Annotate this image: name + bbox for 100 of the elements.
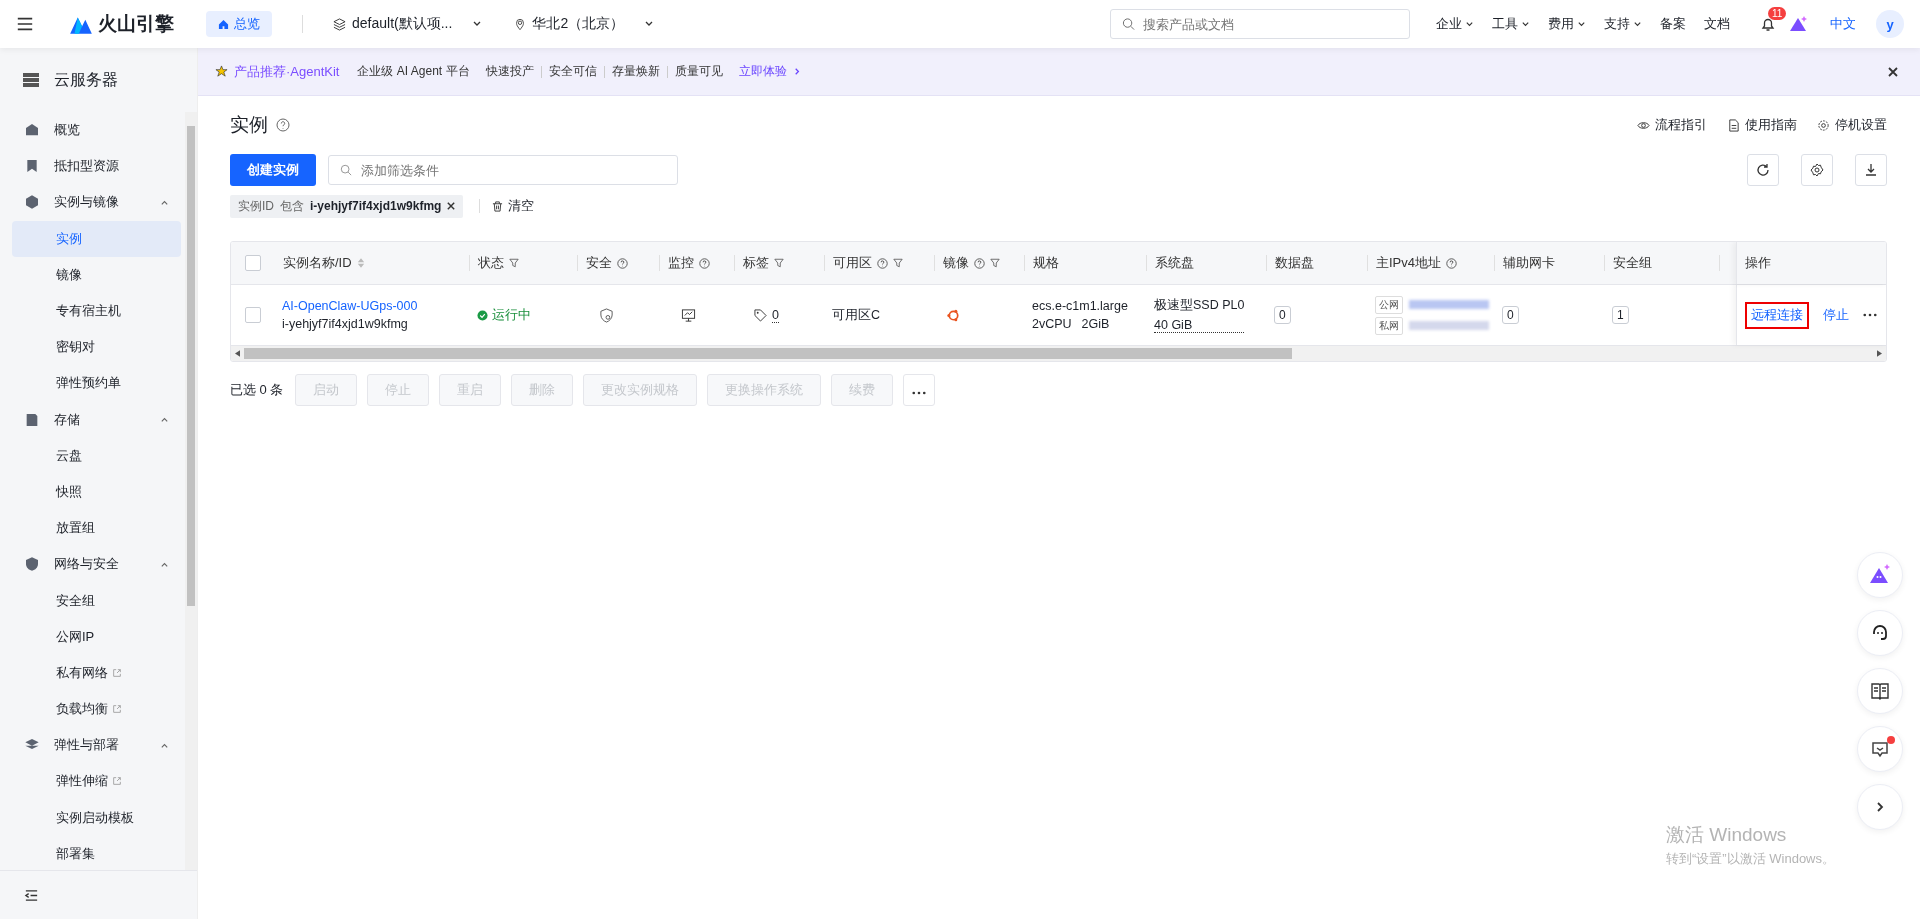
help-icon[interactable]: [276, 118, 290, 132]
help-icon[interactable]: [699, 257, 710, 269]
filter-icon[interactable]: [990, 258, 1000, 268]
checkbox[interactable]: [244, 307, 261, 323]
banner-link[interactable]: 立即体验: [738, 63, 802, 80]
filter-icon[interactable]: [774, 258, 784, 268]
checkbox[interactable]: [244, 255, 261, 271]
close-icon[interactable]: [447, 202, 456, 210]
layers-icon: [333, 17, 346, 31]
clear-button[interactable]: 清空: [492, 197, 535, 215]
home-tab[interactable]: 总览: [206, 11, 272, 37]
sidebar-group[interactable]: 弹性与部署: [12, 727, 181, 764]
collapse-icon[interactable]: [24, 887, 39, 903]
sidebar-item[interactable]: 实例: [12, 220, 181, 257]
column-title: 主IPv4地址: [1376, 254, 1441, 272]
sidebar-group[interactable]: 网络与安全: [12, 546, 181, 583]
region-dropdown[interactable]: 华北2（北京）: [514, 15, 655, 33]
nav-menu[interactable]: 文档: [1704, 15, 1730, 33]
shield-icon[interactable]: [599, 307, 614, 323]
logo-text[interactable]: 火山引擎: [98, 11, 174, 37]
count-chip[interactable]: 1: [1612, 306, 1629, 324]
sidebar-group[interactable]: 实例与镜像: [12, 184, 181, 221]
help-icon[interactable]: [877, 257, 888, 269]
banner-title: 产品推荐·AgentKit: [234, 62, 340, 81]
settings-button[interactable]: [1801, 154, 1833, 186]
settings-icon: [1810, 163, 1824, 177]
nav-menu[interactable]: 工具: [1492, 15, 1530, 33]
sidebar-item[interactable]: 部署集: [12, 835, 181, 870]
nav-menu[interactable]: 支持: [1604, 15, 1642, 33]
memory-text: 2GiB: [1081, 317, 1110, 331]
tag-icon[interactable]: [754, 308, 767, 322]
sidebar-item[interactable]: 快照: [12, 473, 181, 511]
sidebar-group[interactable]: 抵扣型资源: [12, 148, 181, 185]
filter-icon[interactable]: [893, 258, 903, 268]
instance-name-link[interactable]: AI-OpenClaw-UGps-000: [282, 299, 418, 313]
ai-assistant-button[interactable]: [1857, 552, 1903, 598]
chevron-icon: [792, 67, 802, 76]
sidebar-item[interactable]: 实例启动模板: [12, 799, 181, 836]
guide-link[interactable]: 流程指引: [1637, 116, 1707, 134]
document-icon: [1727, 118, 1740, 132]
message-icon: [1870, 739, 1890, 759]
guide-link[interactable]: 使用指南: [1727, 116, 1797, 134]
action-link[interactable]: 停止: [1817, 301, 1855, 329]
headset-button[interactable]: [1857, 610, 1903, 656]
column-title: 监控: [668, 254, 694, 272]
sidebar-item[interactable]: 弹性预约单: [12, 365, 181, 402]
refresh-button[interactable]: [1747, 154, 1779, 186]
horizontal-scrollbar[interactable]: [231, 345, 1886, 361]
monitor-icon[interactable]: [681, 307, 696, 323]
sidebar-item[interactable]: 放置组: [12, 510, 181, 547]
sidebar-item[interactable]: 公网IP: [12, 618, 181, 655]
help-icon[interactable]: [1446, 257, 1457, 269]
tag-count[interactable]: 0: [772, 307, 779, 323]
service-title: 云服务器: [54, 69, 118, 90]
count-chip[interactable]: 0: [1274, 306, 1291, 324]
sidebar-item[interactable]: 镜像: [12, 256, 181, 293]
scroll-left-icon[interactable]: [235, 350, 240, 357]
bell-icon[interactable]: [1760, 16, 1776, 32]
banner-feature: 质量可见: [674, 63, 723, 80]
sidebar-item[interactable]: 弹性伸缩: [12, 763, 181, 800]
more-icon[interactable]: [1863, 313, 1877, 317]
ubuntu-icon: [946, 307, 961, 323]
close-icon[interactable]: [1888, 66, 1898, 77]
guide-link[interactable]: 停机设置: [1817, 116, 1887, 134]
project-dropdown[interactable]: default(默认项...: [333, 15, 483, 33]
count-chip[interactable]: 0: [1502, 306, 1519, 324]
help-icon[interactable]: [617, 257, 628, 269]
menu-icon[interactable]: [16, 15, 34, 33]
sidebar-item[interactable]: 私有网络: [12, 654, 181, 691]
search-field[interactable]: 搜索产品或文档: [1110, 9, 1410, 39]
spec-text: ecs.e-c1m1.large: [1032, 299, 1128, 313]
download-button[interactable]: [1855, 154, 1887, 186]
book-button[interactable]: [1857, 668, 1903, 714]
save-icon: [24, 411, 40, 428]
more-icon: [912, 390, 927, 395]
filter-field[interactable]: 添加筛选条件: [328, 155, 678, 185]
sidebar-group[interactable]: 概览: [12, 112, 181, 149]
ai-assistant-icon[interactable]: [1788, 14, 1808, 34]
action-link[interactable]: 远程连接: [1745, 301, 1809, 329]
sidebar-group[interactable]: 存储: [12, 401, 181, 438]
nav-menu[interactable]: 备案: [1660, 15, 1686, 33]
create-instance-button[interactable]: 创建实例: [230, 154, 316, 186]
vertical-scrollbar[interactable]: [185, 112, 197, 870]
sidebar-item[interactable]: 负载均衡: [12, 691, 181, 728]
user-avatar[interactable]: y: [1876, 10, 1904, 38]
sidebar-item[interactable]: 密钥对: [12, 329, 181, 366]
disk-size[interactable]: 40 GiB: [1154, 318, 1245, 333]
filter-icon[interactable]: [509, 258, 519, 268]
zone-text: 可用区C: [832, 306, 881, 324]
message-button[interactable]: [1857, 726, 1903, 772]
sidebar-item[interactable]: 安全组: [12, 582, 181, 619]
sidebar-item[interactable]: 专有宿主机: [12, 292, 181, 330]
nav-menu[interactable]: 企业: [1436, 15, 1474, 33]
language-link[interactable]: 中文: [1830, 15, 1856, 33]
help-icon[interactable]: [974, 257, 985, 269]
nav-menu[interactable]: 费用: [1548, 15, 1586, 33]
scroll-right-icon[interactable]: [1877, 350, 1882, 357]
banner-feature: 存量焕新: [611, 63, 660, 80]
selected-count: 已选 0 条: [230, 381, 284, 399]
sidebar-item[interactable]: 云盘: [12, 437, 181, 474]
